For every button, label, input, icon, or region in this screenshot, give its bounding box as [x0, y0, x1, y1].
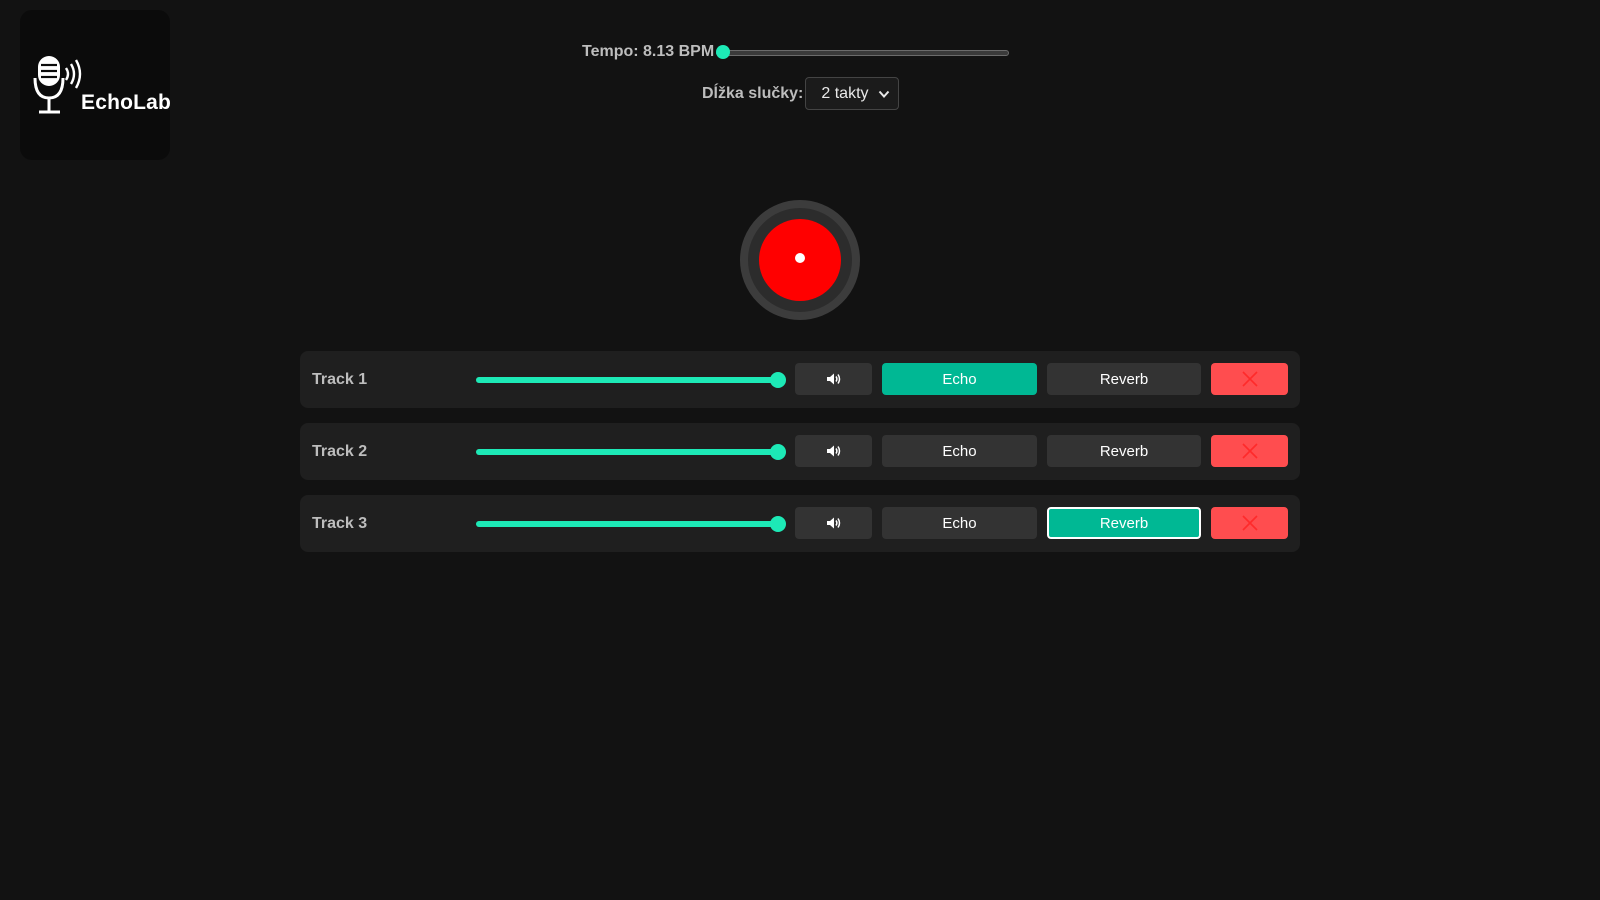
volume-slider[interactable] [476, 443, 786, 461]
volume-slider-fill [476, 377, 778, 383]
volume-slider[interactable] [476, 371, 786, 389]
volume-slider-thumb[interactable] [770, 372, 786, 388]
mute-button[interactable] [795, 507, 872, 539]
volume-slider-thumb[interactable] [770, 516, 786, 532]
track-name: Track 1 [312, 371, 368, 388]
echo-button[interactable]: Echo [882, 507, 1037, 539]
logo: EchoLab [33, 54, 171, 116]
track-row: Track 2 Echo Reverb [300, 423, 1300, 480]
close-icon [1241, 515, 1258, 531]
volume-slider[interactable] [476, 515, 786, 533]
chevron-down-icon [879, 90, 890, 98]
speaker-icon [826, 373, 840, 385]
delete-track-button[interactable] [1211, 363, 1288, 395]
loop-length-label: Dĺžka slučky: [702, 84, 804, 102]
loop-length-select[interactable]: 2 takty [805, 77, 900, 110]
record-dot-icon [795, 253, 805, 263]
tempo-control: Tempo: 8.13 BPM [582, 40, 1010, 64]
reverb-button[interactable]: Reverb [1047, 507, 1201, 539]
tempo-label: Tempo: 8.13 BPM [582, 43, 715, 60]
tempo-slider[interactable] [716, 44, 1010, 60]
track-name: Track 3 [312, 515, 368, 532]
volume-slider-thumb[interactable] [770, 444, 786, 460]
speaker-icon [826, 517, 840, 529]
delete-track-button[interactable] [1211, 435, 1288, 467]
record-button-core [759, 219, 841, 301]
reverb-button[interactable]: Reverb [1047, 435, 1201, 467]
volume-slider-fill [476, 521, 778, 527]
track-row: Track 3 Echo Reverb [300, 495, 1300, 552]
echo-button[interactable]: Echo [882, 435, 1037, 467]
loop-length-selected-value: 2 takty [821, 84, 869, 102]
record-button[interactable] [740, 200, 860, 320]
track-list: Track 1 Echo Reverb Track 2 Echo Reverb … [300, 351, 1300, 567]
logo-text: EchoLab [81, 91, 172, 114]
close-icon [1241, 443, 1258, 459]
track-name: Track 2 [312, 443, 368, 460]
speaker-icon [826, 445, 840, 457]
loop-length-control: Dĺžka slučky: 2 takty [702, 77, 900, 110]
delete-track-button[interactable] [1211, 507, 1288, 539]
microphone-waves-icon [33, 56, 82, 114]
tempo-slider-thumb[interactable] [716, 45, 731, 59]
volume-slider-fill [476, 449, 778, 455]
logo-card: EchoLab [20, 10, 171, 160]
echo-button[interactable]: Echo [882, 363, 1037, 395]
mute-button[interactable] [795, 363, 872, 395]
track-row: Track 1 Echo Reverb [300, 351, 1300, 408]
reverb-button[interactable]: Reverb [1047, 363, 1201, 395]
echolab-app: EchoLab Tempo: 8.13 BPM Dĺžka slučky: 2 … [0, 0, 1600, 900]
tempo-slider-track [716, 50, 1010, 56]
mute-button[interactable] [795, 435, 872, 467]
close-icon [1241, 371, 1258, 387]
